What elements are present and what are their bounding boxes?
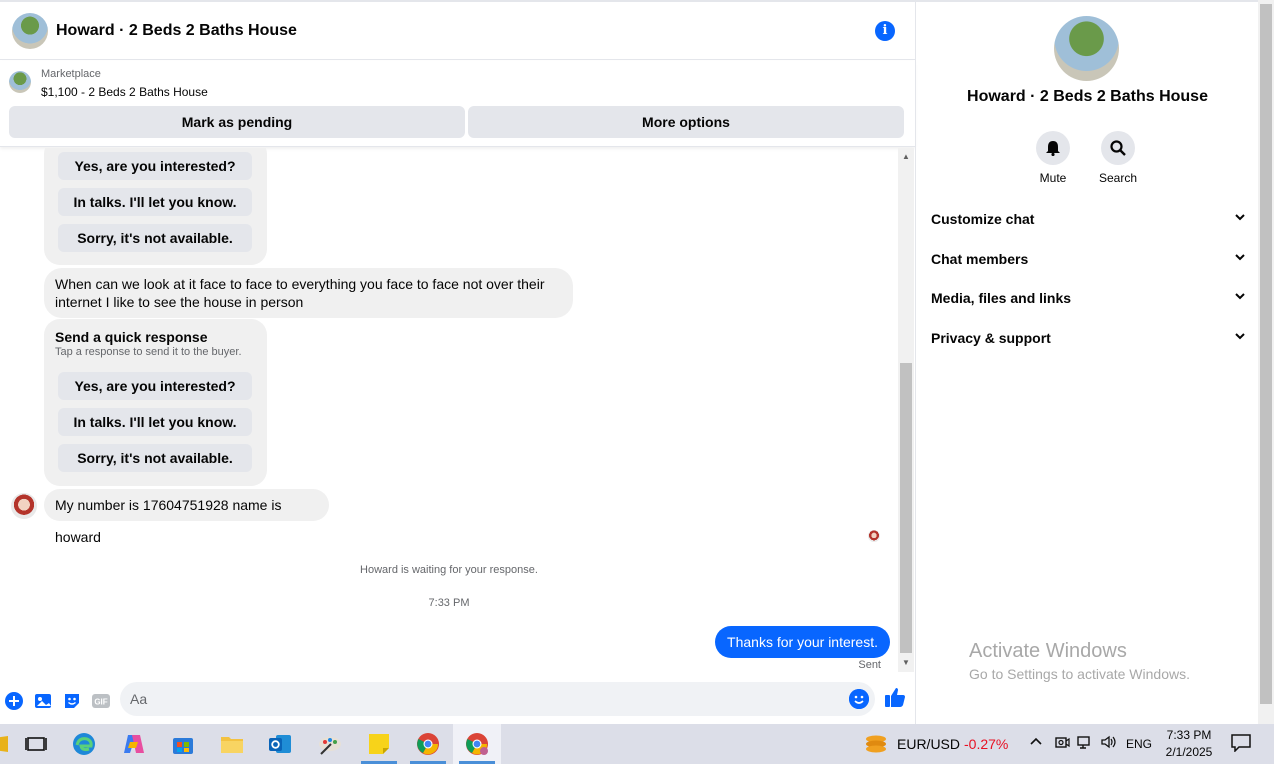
search-button[interactable]: Search (1088, 131, 1148, 185)
buyer-message: When can we look at it face to face to e… (44, 268, 573, 318)
section-label: Media, files and links (931, 290, 1072, 306)
chrome-profile-icon[interactable] (465, 732, 489, 756)
store-icon[interactable] (171, 732, 195, 756)
listing-price-title[interactable]: $1,100 - 2 Beds 2 Baths House (41, 85, 208, 99)
search-label: Search (1098, 171, 1138, 185)
scroll-thumb[interactable] (900, 363, 912, 653)
chevron-down-icon (1234, 283, 1246, 313)
sticky-notes-icon[interactable] (367, 732, 391, 756)
notification-icon[interactable] (1231, 734, 1251, 755)
read-receipt-avatar (868, 530, 880, 542)
info-title: Howard · 2 Beds 2 Baths House (967, 88, 1208, 105)
quick-response-card: Send a quick response Tap a response to … (44, 319, 267, 486)
timestamp: 7:33 PM (428, 597, 470, 609)
composer: GIF (0, 678, 915, 724)
customize-chat-section[interactable]: Customize chat (931, 204, 1246, 234)
meet-now-icon[interactable] (1054, 734, 1070, 753)
mark-as-pending-button[interactable]: Mark as pending (9, 106, 465, 138)
info-icon[interactable]: i (875, 21, 895, 41)
plus-icon[interactable] (5, 692, 23, 710)
quick-reply-in-talks[interactable]: In talks. I'll let you know. (58, 408, 252, 436)
sent-status: Sent (858, 659, 881, 671)
chevron-down-icon (1234, 204, 1246, 234)
bell-icon[interactable] (1036, 131, 1070, 165)
listing-avatar[interactable] (12, 12, 48, 49)
network-icon[interactable] (1077, 734, 1093, 753)
chevron-down-icon (1234, 323, 1246, 353)
quick-reply-in-talks[interactable]: In talks. I'll let you know. (58, 188, 252, 216)
edge-icon[interactable] (72, 732, 96, 756)
mute-label: Mute (1039, 171, 1067, 185)
language-indicator[interactable]: ENG (1126, 737, 1152, 751)
messenger-window: Howard · 2 Beds 2 Baths House i Marketpl… (0, 0, 1274, 724)
section-label: Customize chat (931, 211, 1035, 227)
quick-reply-interested[interactable]: Yes, are you interested? (58, 372, 252, 400)
scroll-down-arrow[interactable]: ▼ (898, 656, 914, 670)
chevron-up-icon[interactable] (1029, 734, 1043, 751)
ticker-change: -0.27% (964, 736, 1009, 752)
chat-title[interactable]: Howard · 2 Beds 2 Baths House (56, 22, 297, 40)
listing-thumbnail[interactable] (9, 71, 31, 93)
mute-button[interactable]: Mute (1023, 131, 1083, 185)
quick-response-title: Send a quick response (55, 329, 208, 345)
message-line: internet I like to see the house in pers… (55, 294, 304, 310)
windows-taskbar: EUR/USD -0.27% ENG 7:33 PM 2/1/2025 (0, 724, 1274, 764)
photo-icon[interactable] (34, 692, 52, 710)
forex-widget-icon[interactable] (864, 732, 888, 756)
start-icon[interactable] (0, 736, 8, 752)
quick-reply-interested[interactable]: Yes, are you interested? (58, 152, 252, 180)
sticker-icon[interactable] (63, 692, 81, 710)
quick-response-subtitle: Tap a response to send it to the buyer. (55, 346, 242, 358)
quick-response-card: Yes, are you interested? In talks. I'll … (44, 148, 267, 265)
chevron-down-icon (1234, 244, 1246, 274)
task-view-icon[interactable] (24, 732, 48, 756)
scroll-up-arrow[interactable]: ▲ (898, 150, 914, 164)
file-explorer-icon[interactable] (220, 732, 244, 756)
section-label: Chat members (931, 251, 1029, 267)
clock-time: 7:33 PM (1166, 728, 1212, 742)
copilot-icon[interactable] (122, 732, 146, 756)
svg-text:GIF: GIF (94, 698, 107, 707)
marketplace-label: Marketplace (41, 68, 101, 80)
message-line: When can we look at it face to face to e… (55, 276, 545, 292)
chat-pane: Howard · 2 Beds 2 Baths House i Marketpl… (0, 2, 915, 724)
more-options-button[interactable]: More options (468, 106, 904, 138)
message-list: Yes, are you interested? In talks. I'll … (0, 148, 898, 678)
waiting-notice: Howard is waiting for your response. (360, 564, 538, 576)
info-avatar[interactable] (1054, 16, 1119, 81)
system-clock[interactable]: 7:33 PM 2/1/2025 (1162, 727, 1216, 761)
volume-icon[interactable] (1100, 734, 1118, 753)
gif-icon[interactable]: GIF (92, 692, 110, 710)
clock-date: 2/1/2025 (1165, 745, 1213, 759)
quick-reply-not-available[interactable]: Sorry, it's not available. (58, 444, 252, 472)
thumbs-up-icon[interactable] (884, 686, 906, 710)
ticker-symbol[interactable]: EUR/USD (897, 736, 960, 752)
buyer-avatar[interactable] (11, 493, 37, 519)
message-scrollbar[interactable]: ▲ ▼ (898, 148, 914, 672)
page-scroll-thumb[interactable] (1260, 4, 1272, 704)
marketplace-bar: Marketplace $1,100 - 2 Beds 2 Baths Hous… (0, 61, 915, 147)
emoji-icon[interactable] (849, 689, 869, 709)
quick-reply-not-available[interactable]: Sorry, it's not available. (58, 224, 252, 252)
activate-windows-subtitle: Go to Settings to activate Windows. (969, 666, 1190, 682)
message-input[interactable] (120, 682, 875, 716)
conversation-info-pane: Howard · 2 Beds 2 Baths House Mute Searc… (915, 2, 1258, 724)
outlook-icon[interactable] (268, 732, 292, 756)
paint-app-icon[interactable] (318, 732, 342, 756)
search-icon[interactable] (1101, 131, 1135, 165)
activate-windows-title: Activate Windows (969, 640, 1127, 662)
chat-members-section[interactable]: Chat members (931, 244, 1246, 274)
buyer-message: My number is 17604751928 name is howard (44, 489, 329, 545)
media-files-links-section[interactable]: Media, files and links (931, 283, 1246, 313)
sent-message: Thanks for your interest. (715, 626, 890, 658)
section-label: Privacy & support (931, 330, 1051, 346)
chrome-icon[interactable] (416, 732, 440, 756)
chat-header: Howard · 2 Beds 2 Baths House i (0, 2, 915, 60)
privacy-support-section[interactable]: Privacy & support (931, 323, 1246, 353)
page-scrollbar[interactable] (1258, 0, 1274, 724)
